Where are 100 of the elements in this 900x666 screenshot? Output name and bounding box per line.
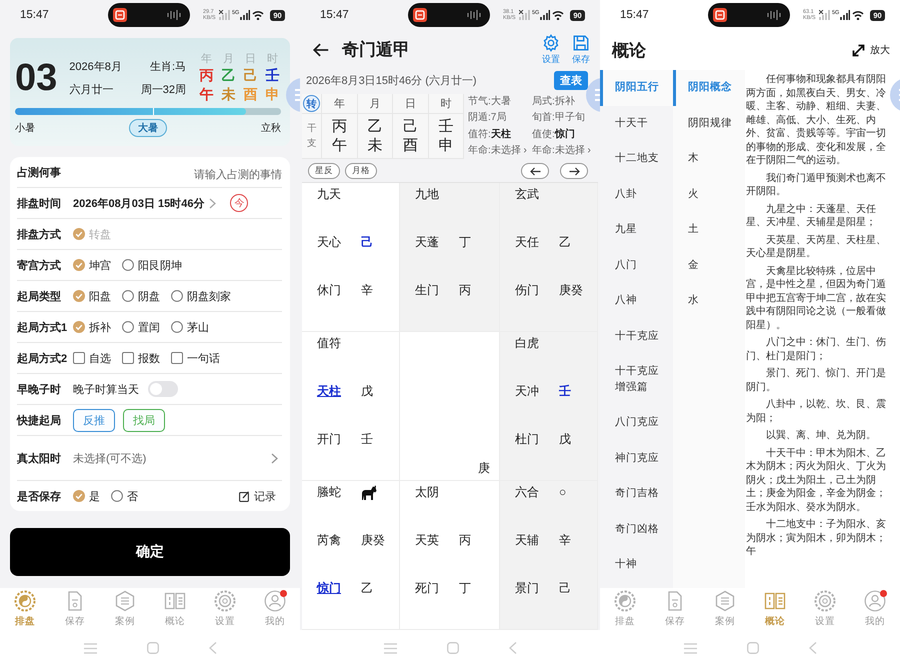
solar-term: 小暑 (15, 122, 35, 135)
category-item[interactable]: 九星 (600, 212, 673, 248)
home-icon[interactable] (146, 642, 158, 654)
info-text: 阴遁:7局 (468, 110, 508, 126)
waveform-icon (767, 10, 781, 20)
week-text: 周一32周 (140, 83, 186, 97)
arrow-right-icon (568, 166, 580, 176)
month-text: 2026年8月 (69, 60, 122, 74)
pattern-tag[interactable]: 月格 (345, 163, 377, 180)
home-icon[interactable] (446, 642, 458, 654)
category-item[interactable]: 奇门凶格 (600, 512, 673, 547)
menu-icon[interactable] (84, 642, 96, 654)
chart-datetime: 2026年8月3日15时46分 (六月廿一) (306, 74, 477, 88)
article-paragraph: 以巽、离、坤、兑为阴。 (765, 429, 877, 442)
back-arrow-icon[interactable] (312, 40, 330, 59)
field-label: 快捷起局 (17, 414, 62, 428)
back-icon[interactable] (808, 642, 816, 654)
radio-option[interactable]: 茅山 (171, 320, 209, 334)
select-field[interactable]: 未选择(可不选) (73, 436, 282, 480)
gear-icon (214, 590, 236, 612)
category-item[interactable]: 十干克应增强篇 (600, 354, 673, 405)
door-name: 杜门 (515, 431, 540, 447)
back-icon[interactable] (208, 642, 216, 654)
door-name: 死门 (415, 580, 440, 596)
checkbox-option[interactable]: 报数 (122, 350, 160, 366)
category-item[interactable]: 八门克应 (600, 405, 673, 440)
field-label: 是否保存 (17, 490, 62, 504)
topic-item[interactable]: 火 (673, 176, 745, 212)
category-item[interactable]: 十神 (600, 547, 673, 582)
earthly-branch: 酉 (242, 85, 258, 104)
heavenly-stem: 乙 (367, 117, 382, 136)
user-icon (264, 590, 286, 612)
home-icon[interactable] (746, 642, 758, 654)
stem-text: 辛 (559, 532, 572, 548)
article-paragraph: 任何事物和现象都具有阴阳两方面，如黑夜白天、男女、冷暖、主客、动静、粗细、夫妻、雌雄、高低、大小、生死、内外、贫富、贵贱等等。宇宙一切的事物的形成、变化和发展，全在于阴阳二气的运动。 (746, 73, 887, 168)
star-name: 天心 (317, 234, 342, 250)
category-item[interactable]: 八门 (600, 248, 673, 283)
field-label: 起局类型 (17, 290, 62, 304)
pillar-heading: 时 (266, 52, 279, 66)
topic-item[interactable]: 金 (673, 248, 745, 283)
signal-icon (819, 10, 830, 20)
page-title: 概论 (612, 40, 646, 62)
input-field[interactable]: 请输入占测的事情 (73, 169, 282, 181)
category-item[interactable]: 八卦 (600, 176, 673, 212)
radio-option[interactable]: 阴盘 (122, 288, 160, 304)
article-paragraph: 天禽星比较特殊，位居中宫，是中性之星，但因为奇门遁甲中把五宫寄于坤二宫，故在实践中有阴阳同论之说（一般看做阳星）。 (746, 264, 887, 332)
previous-button[interactable] (521, 163, 549, 180)
next-button[interactable] (560, 163, 588, 180)
topic-item[interactable]: 土 (673, 212, 745, 248)
pattern-tag[interactable]: 星反 (308, 163, 340, 180)
menu-icon[interactable] (684, 642, 696, 654)
topic-item[interactable]: 水 (673, 283, 745, 318)
switch-button[interactable]: 转 (303, 95, 320, 112)
radio-option[interactable]: 否 (111, 488, 138, 504)
pillar-heading: 年 (200, 52, 213, 66)
category-item[interactable]: 阴阳五行 (600, 70, 673, 106)
signal-icon (840, 10, 850, 20)
category-item[interactable]: 十二地支 (600, 141, 673, 176)
radio-option[interactable]: 置闰 (122, 320, 160, 334)
deity-name: 值符 (317, 335, 342, 351)
settings-icon (542, 34, 560, 52)
category-item[interactable]: 十天干 (600, 106, 673, 141)
category-item[interactable]: 八神 (600, 283, 673, 318)
datetime-value[interactable]: 2026年08月03日 15时46分 (73, 196, 204, 210)
deity-name: 白虎 (515, 335, 540, 351)
article-paragraph: 八卦中，以乾、坎、艮、震为阳； (746, 398, 887, 425)
topic-item[interactable]: 阴阳规律 (673, 106, 745, 141)
toggle-switch[interactable] (148, 381, 178, 397)
list-hexagon-icon (114, 590, 136, 612)
back-icon[interactable] (508, 642, 516, 654)
today-button[interactable]: 今 (230, 194, 248, 212)
pillar-heading: 日 (244, 52, 257, 66)
menu-icon[interactable] (384, 642, 396, 654)
radio-option[interactable]: 坤宫 (73, 258, 111, 272)
signal-icon (219, 10, 230, 20)
radio-option[interactable]: 是 (73, 488, 100, 504)
wifi-icon (552, 10, 564, 20)
category-item[interactable]: 奇门吉格 (600, 476, 673, 512)
field-label: 排盘方式 (17, 228, 62, 242)
info-text: 值使:惊门 (532, 127, 576, 142)
category-item[interactable]: 神门克应 (600, 440, 673, 476)
record-link[interactable]: 记录 (239, 488, 282, 504)
yin-yang-icon (14, 590, 36, 612)
deity-name: 九地 (415, 186, 440, 202)
category-item[interactable]: 十干克应 (600, 318, 673, 354)
radio-option[interactable]: 拆补 (73, 320, 111, 334)
radio-option[interactable]: 阳盘 (73, 288, 111, 304)
checkbox-option[interactable]: 一句话 (171, 350, 220, 366)
zoom-button[interactable]: 放大 (852, 43, 890, 57)
radio-option[interactable]: 阳艮阴坤 (122, 258, 182, 272)
topic-item[interactable]: 木 (673, 141, 745, 176)
deity-name: 六合 (515, 484, 540, 500)
field-label: 起局方式1 (17, 320, 68, 334)
radio-option[interactable]: 阴盘刻家 (171, 288, 231, 304)
earthly-branch: 申 (264, 85, 280, 104)
star-name: 天任 (515, 234, 540, 250)
pillar-heading: 日 (393, 94, 428, 114)
checkbox-option[interactable]: 自选 (73, 350, 111, 366)
lookup-button[interactable]: 查表 (554, 70, 588, 90)
confirm-button[interactable]: 确定 (10, 528, 290, 576)
